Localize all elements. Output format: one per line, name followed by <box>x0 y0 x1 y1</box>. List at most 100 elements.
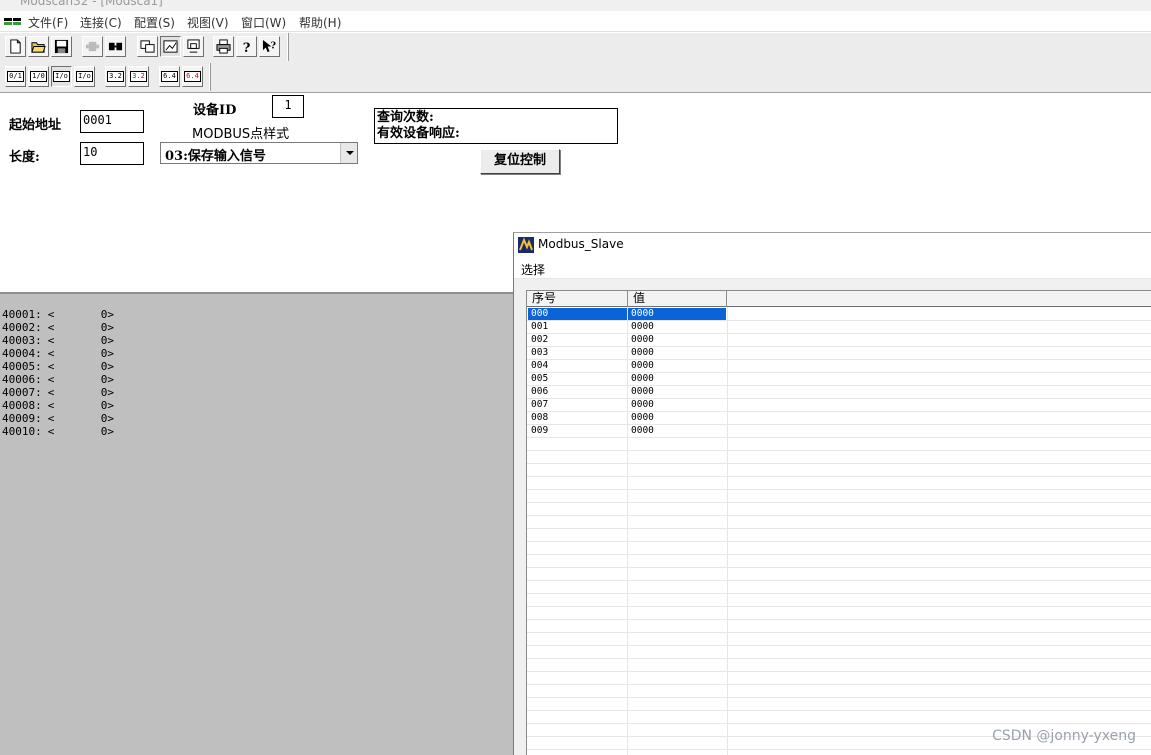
table-row[interactable] <box>527 451 1151 464</box>
table-row[interactable]: 005 0000 <box>527 373 1151 386</box>
register-value: < 0> <box>47 334 114 347</box>
format-float32-button[interactable]: 3.2 <box>105 66 126 87</box>
menu-window[interactable]: 窗口(W) <box>241 14 286 31</box>
open-file-button[interactable] <box>28 36 49 57</box>
table-row[interactable]: 004 0000 <box>527 360 1151 373</box>
point-type-select[interactable]: 03:保存输入信号 <box>160 142 358 164</box>
format-binary-button[interactable]: 0/1 <box>5 66 26 87</box>
device-id-input[interactable]: 1 <box>272 95 304 118</box>
cell-index: 004 <box>531 360 549 371</box>
table-row[interactable]: 007 0000 <box>527 399 1151 412</box>
status-box: 查询次数: 有效设备响应: <box>374 108 618 144</box>
reset-control-button[interactable]: 复位控制 <box>480 149 560 174</box>
table-row[interactable] <box>527 464 1151 477</box>
register-row[interactable]: 40009: < 0> <box>2 412 114 425</box>
table-row[interactable] <box>527 594 1151 607</box>
table-row[interactable]: 006 0000 <box>527 386 1151 399</box>
disconnect-button[interactable] <box>105 36 126 57</box>
table-row[interactable] <box>527 438 1151 451</box>
table-row[interactable] <box>527 672 1151 685</box>
cell-index: 002 <box>531 334 549 345</box>
register-row[interactable]: 40005: < 0> <box>2 360 114 373</box>
register-value: < 0> <box>47 347 114 360</box>
column-header-value[interactable]: 值 <box>628 291 727 307</box>
table-row[interactable] <box>527 711 1151 724</box>
format-float64-button[interactable]: 6.4 <box>159 66 180 87</box>
save-button[interactable] <box>51 36 72 57</box>
table-row[interactable] <box>527 529 1151 542</box>
connect-button[interactable] <box>82 36 103 57</box>
menu-connect[interactable]: 连接(C) <box>80 14 122 31</box>
format-float64-swap-button[interactable]: 6.4 <box>182 66 203 87</box>
slave-register-table[interactable]: 序号 值 000 0000 001 0000 002 0000 003 0000 004 0000… <box>526 290 1151 755</box>
table-row[interactable] <box>527 503 1151 516</box>
register-row[interactable]: 40007: < 0> <box>2 386 114 399</box>
register-address: 40003: <box>2 334 42 347</box>
menu-config[interactable]: 配置(S) <box>134 14 175 31</box>
table-row[interactable]: 000 0000 <box>527 308 1151 321</box>
slave-title-bar[interactable]: Modbus_Slave <box>514 233 1151 257</box>
format-float32-swap-button[interactable]: 3.2 <box>128 66 149 87</box>
table-row[interactable] <box>527 685 1151 698</box>
table-row[interactable]: 008 0000 <box>527 412 1151 425</box>
table-row[interactable]: 002 0000 <box>527 334 1151 347</box>
float32-swap-icon: 3.2 <box>130 71 147 82</box>
menu-view[interactable]: 视图(V) <box>187 14 229 31</box>
register-value: < 0> <box>47 321 114 334</box>
start-address-input[interactable]: 0001 <box>80 110 144 133</box>
cell-value: 0000 <box>631 373 654 384</box>
query-count-label: 查询次数: <box>377 110 434 125</box>
menu-file[interactable]: 文件(F) <box>28 14 68 31</box>
table-row[interactable]: 001 0000 <box>527 321 1151 334</box>
format-decimal-button[interactable]: 1/0 <box>28 66 49 87</box>
table-row[interactable]: 009 0000 <box>527 425 1151 438</box>
table-row[interactable] <box>527 698 1151 711</box>
table-row[interactable] <box>527 542 1151 555</box>
cell-index: 008 <box>531 412 549 423</box>
register-address: 40007: <box>2 386 42 399</box>
register-value: < 0> <box>47 412 114 425</box>
register-row[interactable]: 40001: < 0> <box>2 308 114 321</box>
cell-index: 005 <box>531 373 549 384</box>
table-row[interactable] <box>527 659 1151 672</box>
register-row[interactable]: 40006: < 0> <box>2 373 114 386</box>
slave-menubar: 选择 <box>514 257 1151 279</box>
table-row[interactable] <box>527 646 1151 659</box>
table-row[interactable] <box>527 633 1151 646</box>
table-row[interactable]: 003 0000 <box>527 347 1151 360</box>
register-row[interactable]: 40004: < 0> <box>2 347 114 360</box>
table-row[interactable] <box>527 620 1151 633</box>
column-header-index[interactable]: 序号 <box>527 291 628 307</box>
display-button-2[interactable] <box>160 36 181 57</box>
display-button-3[interactable] <box>183 36 204 57</box>
slave-menu-select[interactable]: 选择 <box>521 261 545 278</box>
length-input[interactable]: 10 <box>80 142 144 165</box>
register-row[interactable]: 40008: < 0> <box>2 399 114 412</box>
register-row[interactable]: 40003: < 0> <box>2 334 114 347</box>
menu-help[interactable]: 帮助(H) <box>299 14 341 31</box>
register-address: 40008: <box>2 399 42 412</box>
dropdown-arrow-icon[interactable] <box>340 143 357 163</box>
format-integer-button[interactable]: I/o <box>51 66 72 87</box>
new-file-button[interactable] <box>5 36 26 57</box>
app-icon[interactable] <box>4 18 22 26</box>
display-button-1[interactable] <box>137 36 158 57</box>
register-value: < 0> <box>47 386 114 399</box>
register-row[interactable]: 40010: < 0> <box>2 425 114 438</box>
table-row[interactable] <box>527 477 1151 490</box>
table-row[interactable] <box>527 750 1151 755</box>
cell-value: 0000 <box>631 399 654 410</box>
table-row[interactable] <box>527 607 1151 620</box>
toolbar-area: ? ? 0/1 1/0 I/o I/o 3.2 3.2 6.4 6.4 <box>0 33 1151 93</box>
help-button[interactable]: ? <box>236 36 257 57</box>
open-folder-icon <box>31 42 46 53</box>
print-button[interactable] <box>213 36 234 57</box>
context-help-button[interactable]: ? <box>259 36 280 57</box>
table-row[interactable] <box>527 568 1151 581</box>
table-row[interactable] <box>527 490 1151 503</box>
register-row[interactable]: 40002: < 0> <box>2 321 114 334</box>
table-row[interactable] <box>527 555 1151 568</box>
table-row[interactable] <box>527 581 1151 594</box>
format-hex-button[interactable]: I/o <box>74 66 95 87</box>
table-row[interactable] <box>527 516 1151 529</box>
